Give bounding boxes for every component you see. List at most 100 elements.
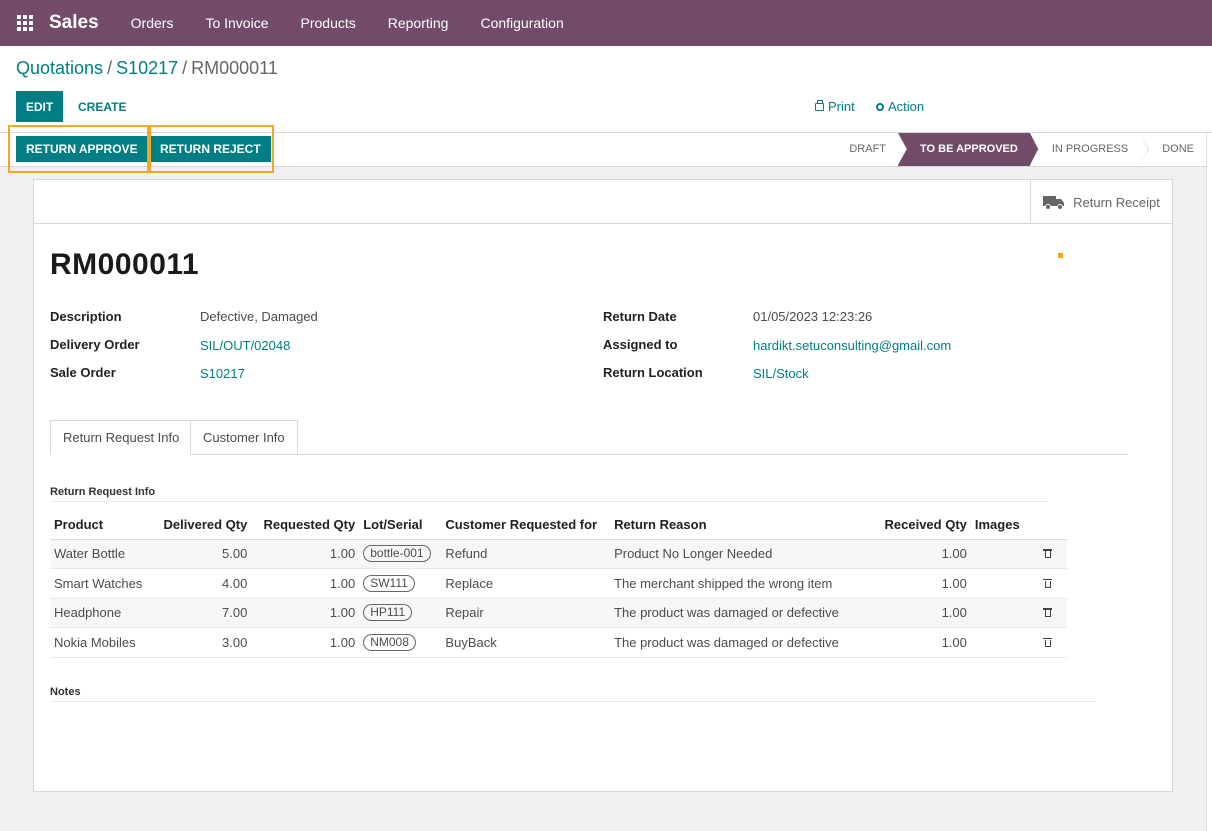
column-header-product[interactable]: Product — [50, 511, 160, 540]
cell-images[interactable] — [970, 627, 1029, 658]
top-navbar: Sales Orders To Invoice Products Reporti… — [0, 0, 1212, 46]
lot-serial-badge: HP111 — [363, 604, 413, 622]
cell-images[interactable] — [970, 598, 1029, 628]
control-panel: Quotations / S10217/RM000011 EDIT CREATE P… — [0, 46, 1212, 133]
table-row[interactable]: Smart Watches 4.00 1.00 SW111 Replace Th… — [50, 568, 1067, 599]
cell-product[interactable]: Smart Watches — [50, 568, 160, 599]
cell-product[interactable]: Water Bottle — [50, 539, 160, 569]
cell-lot-serial[interactable]: NM008 — [359, 627, 442, 658]
breadcrumb-current: RM000011 — [191, 58, 278, 78]
assigned-to-link[interactable]: hardikt.setuconsulting@gmail.com — [753, 338, 951, 353]
stage-in-progress[interactable]: IN PROGRESS — [1029, 133, 1150, 166]
trash-icon[interactable] — [1043, 607, 1053, 618]
cell-received-qty[interactable]: 1.00 — [842, 568, 971, 599]
cell-delete[interactable] — [1028, 539, 1067, 569]
trash-icon[interactable] — [1043, 548, 1053, 559]
return-location-link[interactable]: SIL/Stock — [753, 366, 809, 381]
cell-delivered-qty[interactable]: 7.00 — [159, 598, 252, 628]
delivery-order-label: Delivery Order — [50, 337, 140, 352]
cell-delivered-qty[interactable]: 5.00 — [159, 539, 252, 569]
cell-product[interactable]: Nokia Mobiles — [50, 627, 160, 658]
breadcrumb-quotations[interactable]: Quotations — [16, 58, 103, 78]
tab-customer-info[interactable]: Customer Info — [190, 420, 298, 455]
column-header-received-qty[interactable]: Received Qty — [842, 511, 971, 540]
stage-done[interactable]: DONE — [1140, 133, 1206, 166]
table-row[interactable]: Water Bottle 5.00 1.00 bottle-001 Refund… — [50, 539, 1067, 569]
nav-item-to-invoice[interactable]: To Invoice — [189, 0, 284, 46]
nav-item-products[interactable]: Products — [285, 0, 372, 46]
column-header-customer-requested-for[interactable]: Customer Requested for — [441, 511, 611, 540]
return-receipt-button[interactable]: Return Receipt — [1030, 180, 1172, 224]
edit-button[interactable]: EDIT — [16, 91, 63, 122]
action-menu[interactable]: Action — [876, 99, 924, 114]
cell-requested-qty[interactable]: 1.00 — [251, 598, 360, 628]
activity-indicator — [1058, 253, 1063, 258]
cell-requested-qty[interactable]: 1.00 — [251, 539, 360, 569]
cell-customer-requested-for[interactable]: Replace — [441, 568, 611, 599]
cell-product[interactable]: Headphone — [50, 598, 160, 628]
column-header-requested-qty[interactable]: Requested Qty — [251, 511, 360, 540]
stage-pipeline: DRAFT TO BE APPROVED IN PROGRESS DONE — [827, 133, 1206, 166]
approve-highlight-box — [8, 125, 151, 173]
cell-images[interactable] — [970, 568, 1029, 599]
truck-icon — [1043, 196, 1065, 210]
nav-item-orders[interactable]: Orders — [115, 0, 190, 46]
cell-received-qty[interactable]: 1.00 — [842, 627, 971, 658]
section-title-return-request-info: Return Request Info — [50, 486, 156, 498]
cell-return-reason[interactable]: The product was damaged or defective — [610, 598, 843, 628]
section-title-notes: Notes — [50, 686, 81, 698]
breadcrumb: Quotations / S10217/RM000011 — [16, 58, 278, 78]
cell-customer-requested-for[interactable]: BuyBack — [441, 627, 611, 658]
section-divider — [50, 501, 1048, 502]
right-scroll-edge — [1206, 133, 1212, 831]
sale-order-label: Sale Order — [50, 365, 116, 380]
apps-menu-icon[interactable] — [16, 14, 34, 32]
cell-delete[interactable] — [1028, 598, 1067, 628]
column-header-images[interactable]: Images — [970, 511, 1029, 540]
description-value: Defective, Damaged — [200, 309, 318, 324]
column-header-lot-serial[interactable]: Lot/Serial — [359, 511, 442, 540]
app-name[interactable]: Sales — [49, 12, 99, 34]
lot-serial-badge: bottle-001 — [363, 545, 431, 563]
cell-received-qty[interactable]: 1.00 — [842, 598, 971, 628]
cell-lot-serial[interactable]: SW111 — [359, 568, 442, 599]
delivery-order-link[interactable]: SIL/OUT/02048 — [200, 338, 290, 353]
trash-icon[interactable] — [1043, 578, 1053, 588]
return-date-value: 01/05/2023 12:23:26 — [753, 309, 873, 324]
stage-to-be-approved[interactable]: TO BE APPROVED — [898, 133, 1039, 166]
stage-draft[interactable]: DRAFT — [827, 133, 907, 166]
table-row[interactable]: Nokia Mobiles 3.00 1.00 NM008 BuyBack Th… — [50, 627, 1067, 658]
cell-delivered-qty[interactable]: 4.00 — [159, 568, 252, 599]
cell-return-reason[interactable]: The merchant shipped the wrong item — [610, 568, 843, 599]
notes-divider — [50, 701, 1096, 702]
cell-delete[interactable] — [1028, 568, 1067, 599]
cell-images[interactable] — [970, 539, 1029, 569]
cell-customer-requested-for[interactable]: Repair — [441, 598, 611, 628]
cell-lot-serial[interactable]: HP111 — [359, 598, 442, 628]
nav-item-configuration[interactable]: Configuration — [464, 0, 579, 46]
cell-return-reason[interactable]: The product was damaged or defective — [610, 627, 843, 658]
cell-customer-requested-for[interactable]: Refund — [441, 539, 611, 569]
cell-delete[interactable] — [1028, 627, 1067, 658]
breadcrumb-order[interactable]: S10217 — [116, 58, 178, 78]
cell-requested-qty[interactable]: 1.00 — [251, 627, 360, 658]
cell-delivered-qty[interactable]: 3.00 — [159, 627, 252, 658]
table-header-row: Product Delivered Qty Requested Qty Lot/… — [50, 511, 1067, 540]
nav-item-reporting[interactable]: Reporting — [372, 0, 465, 46]
tab-return-request-info[interactable]: Return Request Info — [50, 420, 193, 455]
cell-received-qty[interactable]: 1.00 — [842, 539, 971, 569]
column-header-delivered-qty[interactable]: Delivered Qty — [159, 511, 252, 540]
sale-order-link[interactable]: S10217 — [200, 366, 245, 381]
cell-lot-serial[interactable]: bottle-001 — [359, 539, 442, 569]
return-lines-table: Product Delivered Qty Requested Qty Lot/… — [50, 511, 1067, 658]
cell-return-reason[interactable]: Product No Longer Needed — [610, 539, 843, 569]
trash-icon[interactable] — [1043, 637, 1053, 647]
column-header-return-reason[interactable]: Return Reason — [610, 511, 843, 540]
notebook-tabs: Return Request Info Customer Info — [50, 420, 1128, 455]
table-row[interactable]: Headphone 7.00 1.00 HP111 Repair The pro… — [50, 598, 1067, 628]
return-location-label: Return Location — [603, 365, 703, 380]
description-label: Description — [50, 309, 122, 324]
print-menu[interactable]: Print — [815, 99, 855, 114]
create-button[interactable]: CREATE — [70, 91, 134, 122]
cell-requested-qty[interactable]: 1.00 — [251, 568, 360, 599]
